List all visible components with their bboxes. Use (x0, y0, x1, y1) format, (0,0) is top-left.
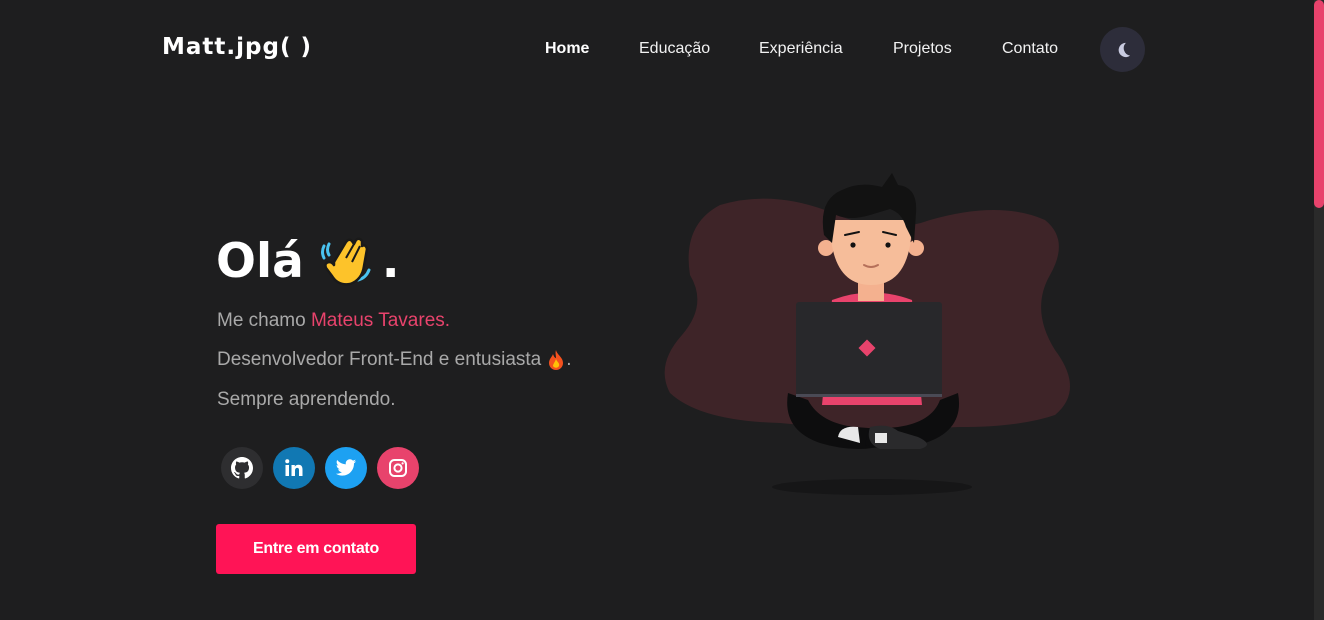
nav-projetos[interactable]: Projetos (893, 40, 952, 58)
github-link[interactable] (221, 447, 263, 489)
role-line: Desenvolvedor Front-End e entusiasta . (217, 349, 572, 371)
github-icon (231, 457, 253, 479)
nav-experiencia[interactable]: Experiência (759, 40, 843, 58)
twitter-link[interactable] (325, 447, 367, 489)
nav-contato[interactable]: Contato (1002, 40, 1058, 58)
moon-icon (1118, 42, 1130, 57)
site-logo[interactable]: Matt.jpg( ) (162, 34, 312, 60)
nav-educacao[interactable]: Educação (639, 40, 710, 58)
intro-line: Me chamo Mateus Tavares. (217, 310, 450, 332)
contact-button[interactable]: Entre em contato (216, 524, 416, 574)
tagline: Sempre aprendendo. (217, 389, 396, 410)
twitter-icon (335, 459, 357, 476)
author-name: Mateus Tavares. (310, 310, 451, 331)
greeting-suffix: . (381, 233, 400, 289)
greeting-text: Olá (216, 233, 304, 289)
person-with-laptop-illustration (660, 165, 1080, 510)
page-scrollbar[interactable] (1314, 0, 1324, 620)
social-links (221, 447, 419, 489)
hero-greeting: Olá . (216, 232, 400, 290)
linkedin-link[interactable] (273, 447, 315, 489)
scrollbar-thumb[interactable] (1314, 0, 1324, 208)
instagram-link[interactable] (377, 447, 419, 489)
instagram-icon (389, 459, 407, 477)
fire-icon (546, 349, 566, 371)
role-text: Desenvolvedor Front-End e entusiasta (217, 349, 542, 370)
linkedin-icon (285, 459, 303, 476)
role-suffix: . (566, 349, 572, 370)
intro-prefix: Me chamo (217, 310, 311, 331)
nav-home[interactable]: Home (545, 40, 589, 58)
waving-hand-icon (318, 232, 376, 290)
theme-toggle-button[interactable] (1100, 27, 1145, 72)
